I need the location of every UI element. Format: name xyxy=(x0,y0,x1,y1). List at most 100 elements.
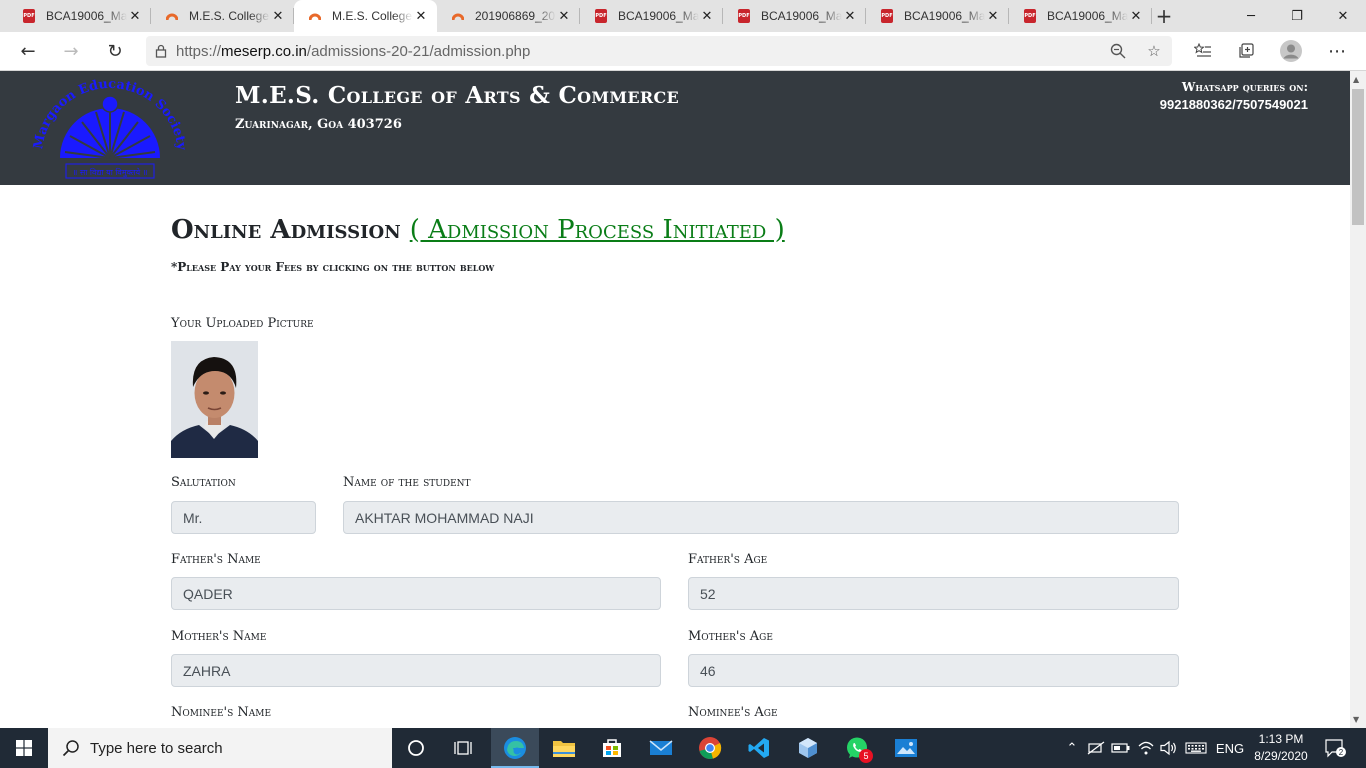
scroll-thumb[interactable] xyxy=(1352,89,1364,225)
page-title-text: Online Admission xyxy=(171,215,401,245)
scroll-down-arrow-icon[interactable]: ▼ xyxy=(1353,715,1359,724)
cortana-icon[interactable] xyxy=(392,728,440,768)
father-age-field[interactable]: 52 xyxy=(688,577,1179,610)
address-bar[interactable]: https://meserp.co.in/admissions-20-21/ad… xyxy=(146,36,1172,66)
file-explorer-icon[interactable] xyxy=(540,728,588,768)
volume-icon[interactable] xyxy=(1157,728,1181,768)
nominee-name-label: Nominee's Name xyxy=(171,705,272,720)
favorites-list-icon[interactable] xyxy=(1188,36,1218,66)
pdf-icon-label: PDF xyxy=(738,9,750,23)
whatsapp-label: Whatsapp queries on: xyxy=(1181,80,1308,94)
tab-label: BCA19006_Ma xyxy=(904,9,985,23)
pdf-icon: PDF xyxy=(1023,9,1037,23)
whatsapp-numbers: 9921880362/7507549021 xyxy=(1159,97,1308,112)
close-tab-icon[interactable]: ✕ xyxy=(1128,8,1144,24)
notification-count: 2 xyxy=(1339,748,1344,757)
browser-toolbar: ← → ↻ https://meserp.co.in/admissions-20… xyxy=(0,32,1366,71)
zoom-icon[interactable] xyxy=(1103,36,1133,66)
mother-name-field[interactable]: ZAHRA xyxy=(171,654,661,687)
pdf-icon: PDF xyxy=(737,9,751,23)
search-placeholder: Type here to search xyxy=(90,739,223,757)
browser-tab[interactable]: PDF BCA19006_Ma ✕ xyxy=(580,0,723,32)
pdf-icon: PDF xyxy=(594,9,608,23)
salutation-label: Salutation xyxy=(171,475,236,490)
favorite-star-icon[interactable]: ☆ xyxy=(1139,36,1169,66)
battery-icon[interactable] xyxy=(1109,728,1133,768)
url-path: /admissions-20-21/admission.php xyxy=(306,42,531,60)
pdf-icon: PDF xyxy=(880,9,894,23)
lock-icon[interactable] xyxy=(146,44,176,58)
tab-label: M.E.S. College xyxy=(189,9,270,23)
close-tab-icon[interactable]: ✕ xyxy=(985,8,1001,24)
restore-icon[interactable]: ❐ xyxy=(1274,0,1320,32)
windows-start-icon[interactable] xyxy=(0,728,48,768)
windows-taskbar: Type here to search 5 ⌃ ENG 1:13 PM 8/29… xyxy=(0,728,1366,768)
tab-label: 201906869_20 xyxy=(475,9,556,23)
pay-fees-note: *Please Pay your Fees by clicking on the… xyxy=(171,260,495,274)
forward-arrow-icon[interactable]: → xyxy=(56,36,86,66)
salutation-field[interactable]: Mr. xyxy=(171,501,316,534)
back-arrow-icon[interactable]: ← xyxy=(13,36,43,66)
father-name-field[interactable]: QADER xyxy=(171,577,661,610)
scroll-up-arrow-icon[interactable]: ▲ xyxy=(1353,75,1359,84)
browser-tab[interactable]: PDF BCA19006_Ma ✕ xyxy=(866,0,1009,32)
browser-tab[interactable]: 201906869_20 ✕ xyxy=(437,0,580,32)
vscode-icon[interactable] xyxy=(735,728,783,768)
taskbar-clock[interactable]: 1:13 PM 8/29/2020 xyxy=(1248,731,1314,765)
browser-tab[interactable]: PDF BCA19006_Ma ✕ xyxy=(1009,0,1152,32)
college-name: M.E.S. College of Arts & Commerce xyxy=(235,82,680,109)
mother-age-label: Mother's Age xyxy=(688,629,773,644)
student-name-field[interactable]: AKHTAR MOHAMMAD NAJI xyxy=(343,501,1179,534)
mes-favicon-icon xyxy=(451,9,465,23)
close-tab-icon[interactable]: ✕ xyxy=(270,8,286,24)
wifi-icon[interactable] xyxy=(1134,728,1158,768)
network-disconnected-icon[interactable] xyxy=(1084,728,1108,768)
browser-tab-active[interactable]: M.E.S. College ✕ xyxy=(294,0,437,32)
minimize-icon[interactable]: ─ xyxy=(1228,0,1274,32)
tab-label: BCA19006_Ma xyxy=(46,9,127,23)
close-tab-icon[interactable]: ✕ xyxy=(556,8,572,24)
profile-avatar-icon[interactable] xyxy=(1276,36,1306,66)
mail-icon[interactable] xyxy=(637,728,685,768)
clock-time: 1:13 PM xyxy=(1258,732,1304,746)
father-age-label: Father's Age xyxy=(688,552,768,567)
3d-box-app-icon[interactable] xyxy=(784,728,832,768)
close-tab-icon[interactable]: ✕ xyxy=(413,8,429,24)
nominee-age-label: Nominee's Age xyxy=(688,705,778,720)
tab-label: BCA19006_Ma xyxy=(618,9,699,23)
admission-status-link[interactable]: ( Admission Process Initiated ) xyxy=(410,215,785,245)
show-hidden-icons-chevron-icon[interactable]: ⌃ xyxy=(1062,728,1082,768)
close-tab-icon[interactable]: ✕ xyxy=(842,8,858,24)
close-tab-icon[interactable]: ✕ xyxy=(127,8,143,24)
task-view-icon[interactable] xyxy=(440,728,488,768)
browser-tab[interactable]: M.E.S. College ✕ xyxy=(151,0,294,32)
mother-age-field[interactable]: 46 xyxy=(688,654,1179,687)
tab-label: M.E.S. College xyxy=(332,9,413,23)
uploaded-picture-label: Your Uploaded Picture xyxy=(171,316,314,331)
touch-keyboard-icon[interactable] xyxy=(1182,728,1210,768)
photos-app-icon[interactable] xyxy=(882,728,930,768)
browser-tab[interactable]: PDF BCA19006_Ma ✕ xyxy=(8,0,151,32)
father-name-label: Father's Name xyxy=(171,552,261,567)
pdf-icon-label: PDF xyxy=(595,9,607,23)
collections-icon[interactable] xyxy=(1231,36,1261,66)
site-header: Margaon Education Society ॥ सा विद्या या… xyxy=(0,71,1350,185)
taskbar-search-box[interactable]: Type here to search xyxy=(48,728,392,768)
language-indicator[interactable]: ENG xyxy=(1212,728,1248,768)
microsoft-store-icon[interactable] xyxy=(588,728,636,768)
close-tab-icon[interactable]: ✕ xyxy=(699,8,715,24)
refresh-icon[interactable]: ↻ xyxy=(100,36,130,66)
whatsapp-icon[interactable]: 5 xyxy=(833,728,881,768)
edge-browser-icon[interactable] xyxy=(491,728,539,768)
url-host: meserp.co.in xyxy=(221,42,307,60)
browser-tab[interactable]: PDF BCA19006_Ma ✕ xyxy=(723,0,866,32)
page-scrollbar[interactable]: ▲ ▼ xyxy=(1350,71,1366,728)
more-options-icon[interactable]: ⋯ xyxy=(1322,36,1352,66)
new-tab-button[interactable]: + xyxy=(1152,4,1176,28)
close-window-icon[interactable]: ✕ xyxy=(1320,0,1366,32)
pdf-icon-label: PDF xyxy=(881,9,893,23)
notifications-icon[interactable]: 2 xyxy=(1318,728,1352,768)
chrome-icon[interactable] xyxy=(686,728,734,768)
url-text: https://meserp.co.in/admissions-20-21/ad… xyxy=(176,43,530,60)
college-logo: Margaon Education Society ॥ सा विद्या या… xyxy=(31,77,189,179)
